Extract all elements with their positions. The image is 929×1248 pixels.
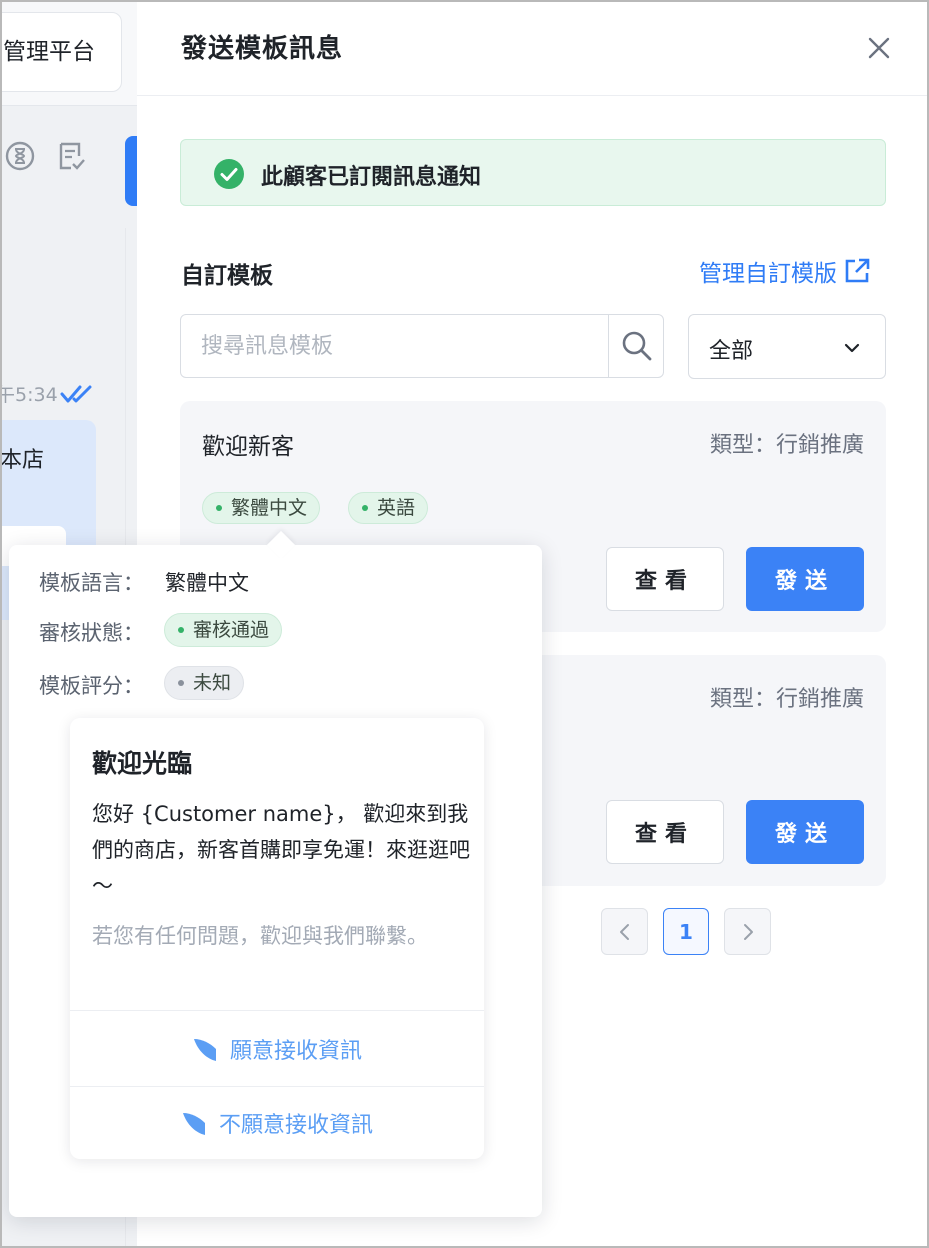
background-header: 管理平台 — [0, 0, 137, 106]
template-search — [180, 314, 664, 378]
template-name: 歡迎新客 — [202, 434, 294, 460]
send-button[interactable]: 發送 — [746, 547, 864, 611]
template-detail-popover: 模板語言： 繁體中文 審核狀態： 審核通過 模板評分： 未知 歡迎光臨 您好 {… — [9, 530, 542, 1217]
reply-icon — [182, 1113, 205, 1135]
external-link-icon — [845, 258, 870, 283]
template-type: 類型：行銷推廣 — [709, 433, 864, 458]
view-button[interactable]: 查看 — [606, 800, 724, 864]
note-check-icon[interactable] — [55, 140, 87, 172]
rating-badge: 未知 — [164, 666, 245, 700]
background-app-title: 管理平台 — [0, 12, 122, 92]
search-icon — [622, 331, 652, 361]
preview-body: 您好 {Customer name}， 歡迎來到我們的商店，新客首購即享免運！來… — [92, 802, 470, 898]
language-label: 模板語言： — [39, 571, 144, 595]
status-badge: 審核通過 — [164, 613, 283, 647]
drawer-title: 發送模板訊息 — [181, 34, 344, 64]
pagination-prev-button[interactable] — [601, 908, 648, 955]
background-active-tab[interactable] — [125, 136, 137, 206]
chevron-right-icon — [743, 923, 753, 940]
chevron-left-icon — [619, 923, 629, 940]
hourglass-icon[interactable] — [4, 140, 36, 172]
close-icon[interactable] — [863, 32, 895, 64]
preview-footer: 若您有任何問題，歡迎與我們聯繫。 — [92, 924, 428, 948]
pagination-page[interactable]: 1 — [663, 908, 709, 955]
quick-reply-label: 願意接收資訊 — [229, 1039, 362, 1064]
chevron-down-icon — [844, 343, 860, 353]
template-type: 類型：行銷推廣 — [709, 687, 864, 712]
check-circle-icon — [214, 159, 244, 189]
preview-divider — [70, 1010, 484, 1011]
manage-templates-link[interactable]: 管理自訂模版 — [699, 254, 871, 288]
search-input[interactable] — [181, 315, 608, 377]
send-button[interactable]: 發送 — [746, 800, 864, 864]
rating-label: 模板評分： — [39, 674, 144, 698]
message-time: 午5:34 — [0, 384, 58, 406]
language-value: 繁體中文 — [165, 571, 249, 595]
pagination-next-button[interactable] — [724, 908, 771, 955]
reply-icon — [193, 1039, 216, 1061]
select-value: 全部 — [709, 339, 754, 364]
alert-text: 此顧客已訂閱訊息通知 — [261, 165, 482, 190]
type-filter-select[interactable]: 全部 — [688, 314, 886, 379]
language-tag[interactable]: 繁體中文 — [202, 492, 321, 524]
subscription-alert: 此顧客已訂閱訊息通知 — [180, 139, 886, 206]
read-check-icon — [60, 385, 92, 403]
view-button[interactable]: 查看 — [606, 547, 724, 611]
quick-reply-accept[interactable]: 願意接收資訊 — [70, 1012, 484, 1086]
message-preview: 歡迎光臨 您好 {Customer name}， 歡迎來到我們的商店，新客首購即… — [70, 718, 484, 1159]
message-text: 本店 — [0, 448, 45, 473]
manage-link-label: 管理自訂模版 — [699, 261, 837, 287]
search-button[interactable] — [608, 315, 663, 377]
language-tag[interactable]: 英語 — [348, 492, 429, 524]
quick-reply-label: 不願意接收資訊 — [218, 1113, 373, 1138]
drawer-header: 發送模板訊息 — [137, 0, 929, 96]
status-label: 審核狀態： — [39, 621, 144, 645]
quick-reply-decline[interactable]: 不願意接收資訊 — [70, 1086, 484, 1160]
section-title: 自訂模板 — [181, 263, 273, 289]
preview-title: 歡迎光臨 — [92, 749, 193, 778]
